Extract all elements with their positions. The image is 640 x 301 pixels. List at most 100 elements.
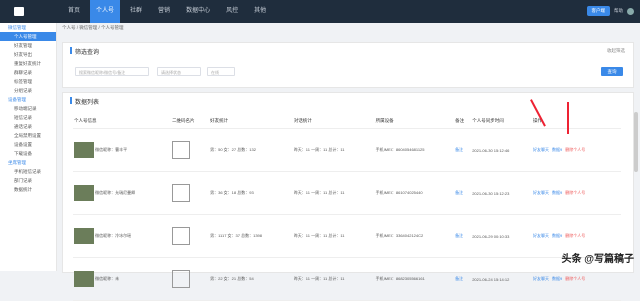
operation-link[interactable]: 数据9: [552, 276, 562, 281]
sidebar: 微信管理个人号管理 好友管理 好友导出 重复好友统计 群聊记录 标签管理 分组记录设备管理移…: [0, 23, 57, 271]
account-info: 微信昵称：允瑞尼曼卿: [95, 190, 136, 196]
top-right-area: 客户端 帮助: [586, 6, 634, 16]
sync-time: 2021-06-30 15:12:46: [472, 147, 510, 153]
table-row: 微信昵称：未 男：22 女：21 总数：54 昨天：11 一周：11 总计：11 手机…: [73, 257, 621, 301]
table-row: 微信昵称：曹丰平 男：50 女：27 总数：132 昨天：11 一周：11 总计：1…: [73, 128, 621, 172]
operation-link[interactable]: 数据9: [552, 190, 562, 195]
sidebar-item[interactable]: 移动端记录: [0, 104, 56, 113]
nav-item[interactable]: 个人号: [90, 0, 121, 23]
scrollbar[interactable]: [634, 112, 638, 172]
sidebar-item[interactable]: 好友管理: [0, 41, 56, 50]
sidebar-group: 设备管理: [8, 97, 26, 102]
column-header: 二维码名片: [171, 114, 210, 129]
sidebar-item[interactable]: 好友导出: [0, 50, 56, 59]
qr-code-icon[interactable]: [172, 183, 191, 202]
sidebar-item[interactable]: 短信记录: [0, 113, 56, 122]
account-photo: [74, 271, 94, 287]
sidebar-item[interactable]: 全局禁用设置: [0, 131, 56, 140]
operation-link[interactable]: 数据9: [552, 147, 562, 152]
sidebar-item[interactable]: 分组记录: [0, 86, 56, 95]
remark-link[interactable]: 备注: [455, 276, 463, 281]
nav-item[interactable]: 社群: [124, 0, 148, 23]
qr-code-icon[interactable]: [172, 269, 191, 288]
operation-link[interactable]: 数据9: [552, 233, 562, 238]
table-row: 微信昵称：冷冰尔瑶 男：1117 女：37 总数：1398 昨天：11 一周：11 …: [73, 214, 621, 258]
sidebar-item[interactable]: 部门记录: [0, 176, 56, 185]
status-select[interactable]: 请选择状态: [157, 67, 201, 76]
table-row: 微信昵称：允瑞尼曼卿 男：36 女：18 总数：93 昨天：11 一周：11 总计：…: [73, 171, 621, 215]
account-photo: [74, 142, 94, 158]
sidebar-item[interactable]: 个人号管理: [0, 32, 56, 41]
sidebar-item[interactable]: 下载设备: [0, 149, 56, 158]
nav-item[interactable]: 首页: [62, 0, 86, 23]
sidebar-item[interactable]: 重复好友统计: [0, 59, 56, 68]
table-body: 微信昵称：曹丰平 男：50 女：27 总数：132 昨天：11 一周：11 总计：1…: [73, 128, 621, 301]
delete-account-button[interactable]: 删除个人号: [565, 190, 585, 195]
talk-stats: 昨天：11 一周：11 总计：11: [293, 233, 345, 238]
device-info: 手机IMEI：8604054681125: [375, 147, 425, 152]
main-nav: 首页 个人号 社群 营销 数据中心 风控 其他: [62, 0, 276, 23]
remark-link[interactable]: 备注: [455, 147, 463, 152]
nav-item[interactable]: 其他: [248, 0, 272, 23]
sidebar-item[interactable]: 数据统计: [0, 185, 56, 194]
online-select[interactable]: 在线: [207, 67, 235, 76]
data-list-title: 数据列表: [69, 97, 99, 106]
app-logo: [14, 7, 24, 16]
filter-panel: 筛选查询 收起筛选 搜索微信昵称/微信号/备注 请选择状态 在线 查询: [62, 42, 634, 88]
nav-item[interactable]: 数据中心: [180, 0, 216, 23]
friend-stats: 男：50 女：27 总数：132: [210, 147, 256, 152]
delete-account-button[interactable]: 删除个人号: [565, 233, 585, 238]
account-info: 微信昵称：冷冰尔瑶: [95, 233, 132, 239]
client-download-button[interactable]: 客户端: [586, 6, 610, 16]
watermark: 头条 @写篇稿子: [561, 254, 634, 265]
filter-title: 筛选查询: [69, 47, 99, 56]
column-header: 个人号信息: [73, 114, 172, 129]
sidebar-item[interactable]: 设备设置: [0, 140, 56, 149]
remark-link[interactable]: 备注: [455, 233, 463, 238]
qr-code-icon[interactable]: [172, 140, 191, 159]
talk-stats: 昨天：11 一周：11 总计：11: [293, 276, 345, 281]
sync-time: 2021-06-24 15:14:12: [472, 276, 510, 282]
column-header: 个人号同步时间: [471, 114, 533, 129]
column-header: 好友统计: [209, 114, 293, 129]
sync-time: 2021-06-29 00:10:33: [472, 233, 510, 239]
talk-stats: 昨天：11 一周：11 总计：11: [293, 147, 345, 152]
sidebar-group: 微信管理: [8, 25, 26, 30]
collapse-filter-link[interactable]: 收起筛选: [607, 48, 625, 54]
avatar[interactable]: [627, 7, 634, 15]
account-info: 微信昵称：曹丰平: [95, 147, 128, 153]
breadcrumb: 个人号 / 微信管理 / 个人号管理: [62, 25, 124, 30]
help-link[interactable]: 帮助: [614, 8, 623, 14]
sidebar-group: 坐席管理: [8, 160, 26, 165]
device-info: 手机IMEI：8682305566161: [375, 276, 425, 281]
delete-account-button[interactable]: 删除个人号: [565, 276, 585, 281]
operation-link[interactable]: 好友聊天: [533, 190, 549, 195]
account-info: 微信昵称：未: [95, 276, 120, 282]
device-info: 手机IMEI：3364042124C2: [375, 233, 424, 238]
remark-link[interactable]: 备注: [455, 190, 463, 195]
sync-time: 2021-06-30 15:12:23: [472, 190, 510, 196]
sidebar-item[interactable]: 手机短信记录: [0, 167, 56, 176]
sidebar-item[interactable]: 群聊记录: [0, 68, 56, 77]
search-input[interactable]: 搜索微信昵称/微信号/备注: [75, 67, 149, 76]
account-photo: [74, 185, 94, 201]
sidebar-item[interactable]: 通话记录: [0, 122, 56, 131]
operation-link[interactable]: 好友聊天: [533, 147, 549, 152]
talk-stats: 昨天：11 一周：11 总计：11: [293, 190, 345, 195]
nav-item[interactable]: 风控: [220, 0, 244, 23]
column-header: 备注: [454, 114, 472, 129]
operation-link[interactable]: 好友聊天: [533, 276, 549, 281]
data-list-panel: 数据列表 个人号信息 二维码名片 好友统计 对话统计 所属设备 备注 个人号同步时间 操作 微…: [62, 92, 634, 301]
operation-link[interactable]: 好友聊天: [533, 233, 549, 238]
column-header: 所属设备: [374, 114, 455, 129]
delete-account-button[interactable]: 删除个人号: [565, 147, 585, 152]
friend-stats: 男：22 女：21 总数：54: [210, 276, 254, 281]
query-button[interactable]: 查询: [601, 67, 623, 76]
account-table: 个人号信息 二维码名片 好友统计 对话统计 所属设备 备注 个人号同步时间 操作 微信昵称：曹…: [73, 114, 621, 301]
friend-stats: 男：1117 女：37 总数：1398: [210, 233, 262, 238]
annotation-arrow: [567, 102, 569, 134]
nav-item[interactable]: 营销: [152, 0, 176, 23]
qr-code-icon[interactable]: [172, 226, 191, 245]
sidebar-item[interactable]: 标签管理: [0, 77, 56, 86]
top-navbar: 首页 个人号 社群 营销 数据中心 风控 其他 客户端 帮助: [0, 0, 640, 23]
